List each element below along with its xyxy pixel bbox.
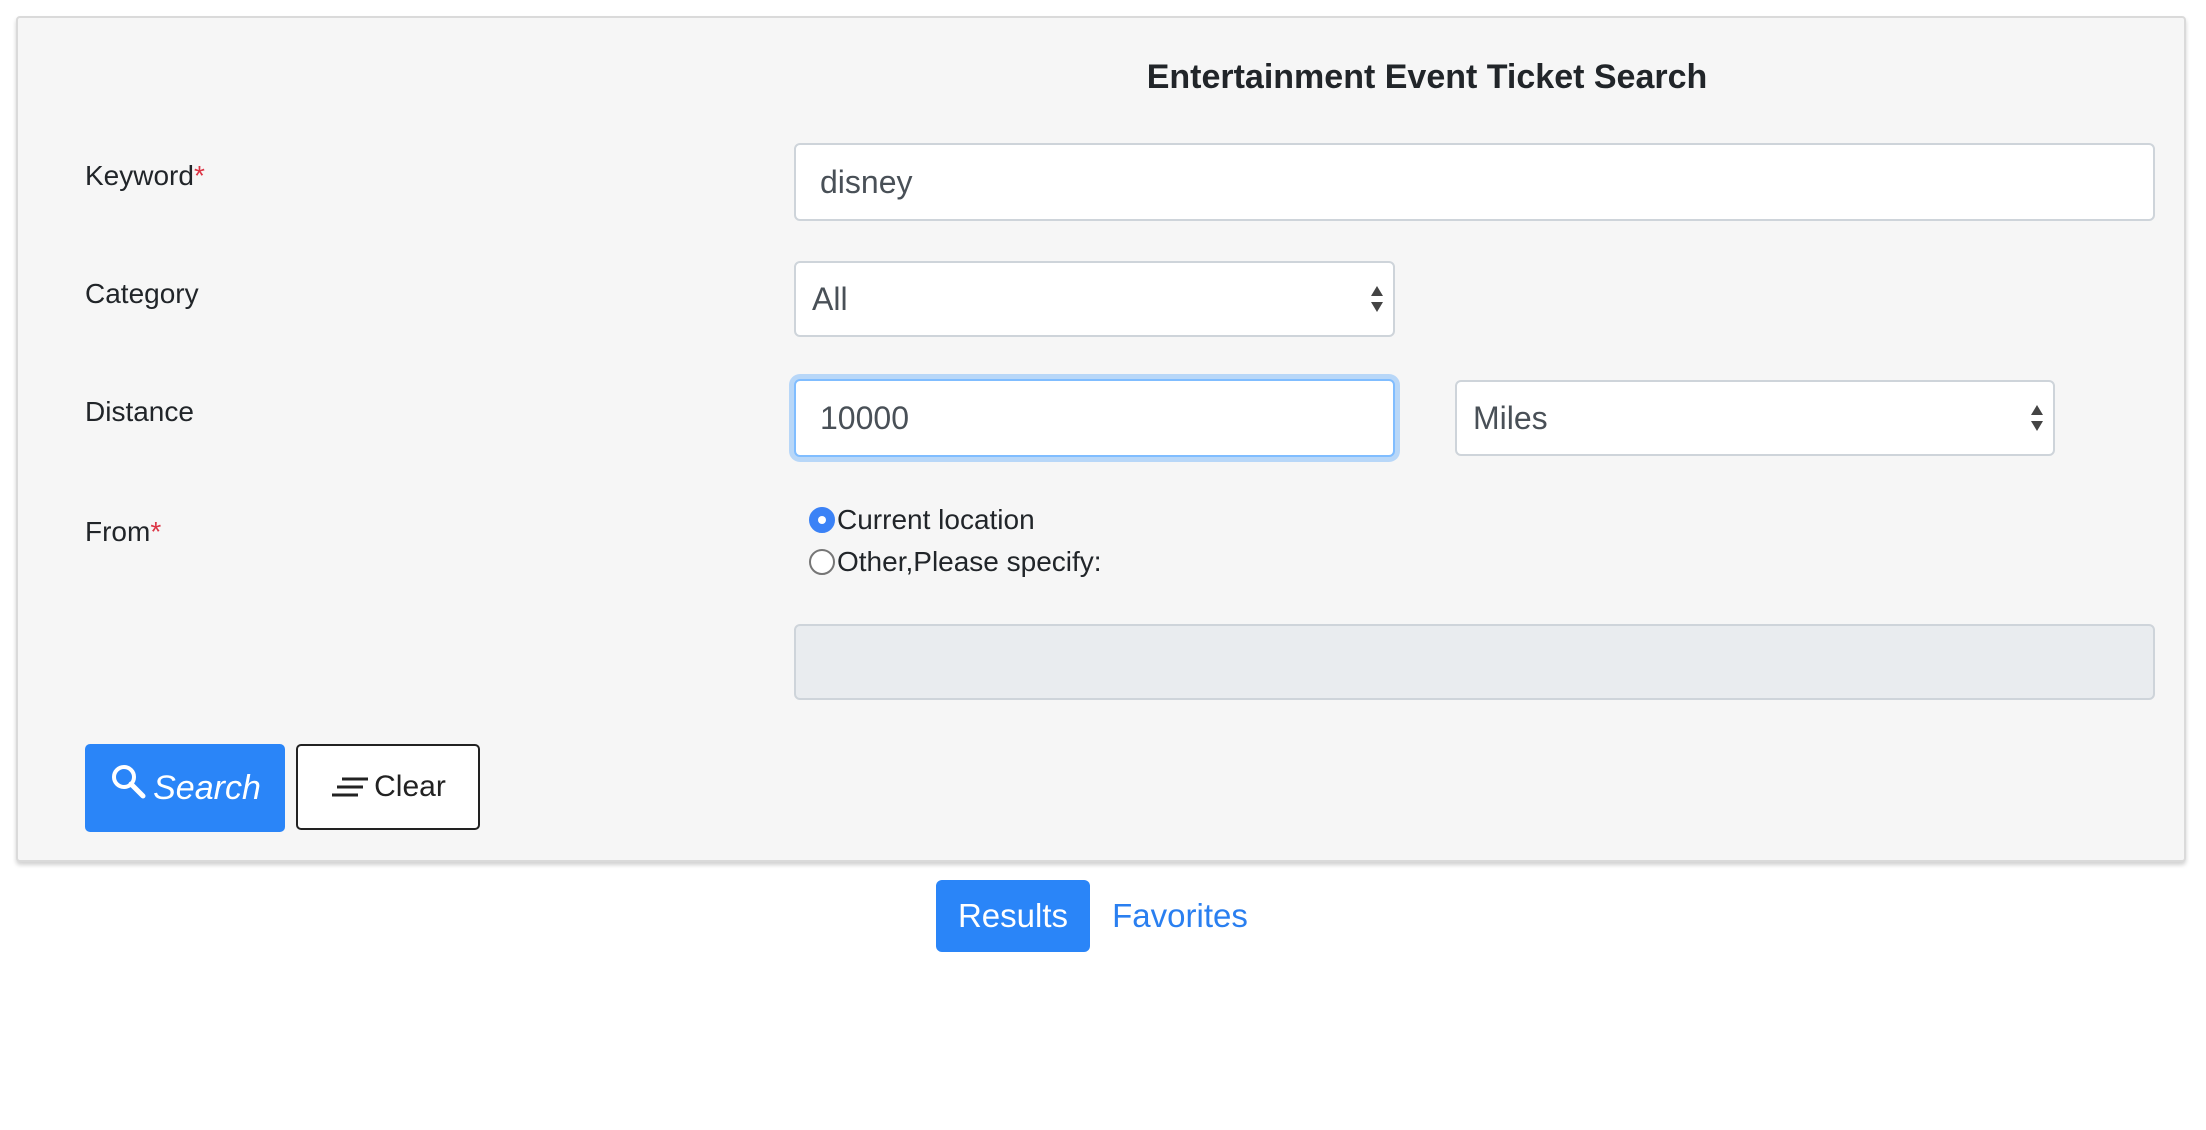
- select-arrows-icon: [1371, 286, 1383, 312]
- radio-other-location[interactable]: Other,Please specify:: [809, 546, 1102, 578]
- required-mark: *: [150, 516, 162, 547]
- search-form-card: Entertainment Event Ticket Search Keywor…: [16, 16, 2186, 862]
- form-title: Entertainment Event Ticket Search: [1146, 58, 1708, 96]
- required-mark: *: [193, 160, 205, 191]
- keyword-label-text: Keyword: [85, 160, 194, 191]
- radio-other-location-label: Other,Please specify:: [837, 546, 1102, 577]
- radio-current-location-label: Current location: [837, 504, 1035, 535]
- tab-results[interactable]: Results: [936, 880, 1090, 952]
- clear-button-label: Clear: [374, 770, 446, 803]
- from-label: From*: [85, 516, 161, 548]
- keyword-label: Keyword*: [85, 160, 205, 192]
- from-label-text: From: [85, 516, 151, 547]
- distance-label: Distance: [85, 396, 194, 427]
- other-location-input: [794, 624, 2155, 700]
- tab-favorites-label: Favorites: [1112, 897, 1248, 934]
- search-button[interactable]: Search: [85, 744, 285, 832]
- radio-unchecked-icon[interactable]: [809, 549, 835, 575]
- search-button-label: Search: [153, 768, 261, 807]
- tab-results-label: Results: [957, 897, 1069, 934]
- distance-input[interactable]: 10000: [794, 379, 1395, 457]
- radio-checked-icon[interactable]: [809, 507, 835, 533]
- distance-unit-value: Miles: [1473, 399, 1548, 436]
- keyword-input[interactable]: disney: [794, 143, 2155, 221]
- distance-input-value: 10000: [820, 399, 909, 436]
- distance-unit-select[interactable]: Miles: [1455, 380, 2055, 456]
- radio-current-location[interactable]: Current location: [809, 504, 1035, 536]
- search-icon: [112, 765, 146, 799]
- tab-favorites[interactable]: Favorites: [1100, 880, 1260, 952]
- category-label: Category: [85, 278, 199, 309]
- category-select[interactable]: All: [794, 261, 1395, 337]
- keyword-input-value: disney: [820, 163, 913, 200]
- clear-sort-icon: [332, 777, 369, 797]
- select-arrows-icon: [2031, 405, 2043, 431]
- category-selected-value: All: [812, 280, 848, 317]
- clear-button[interactable]: Clear: [296, 744, 480, 830]
